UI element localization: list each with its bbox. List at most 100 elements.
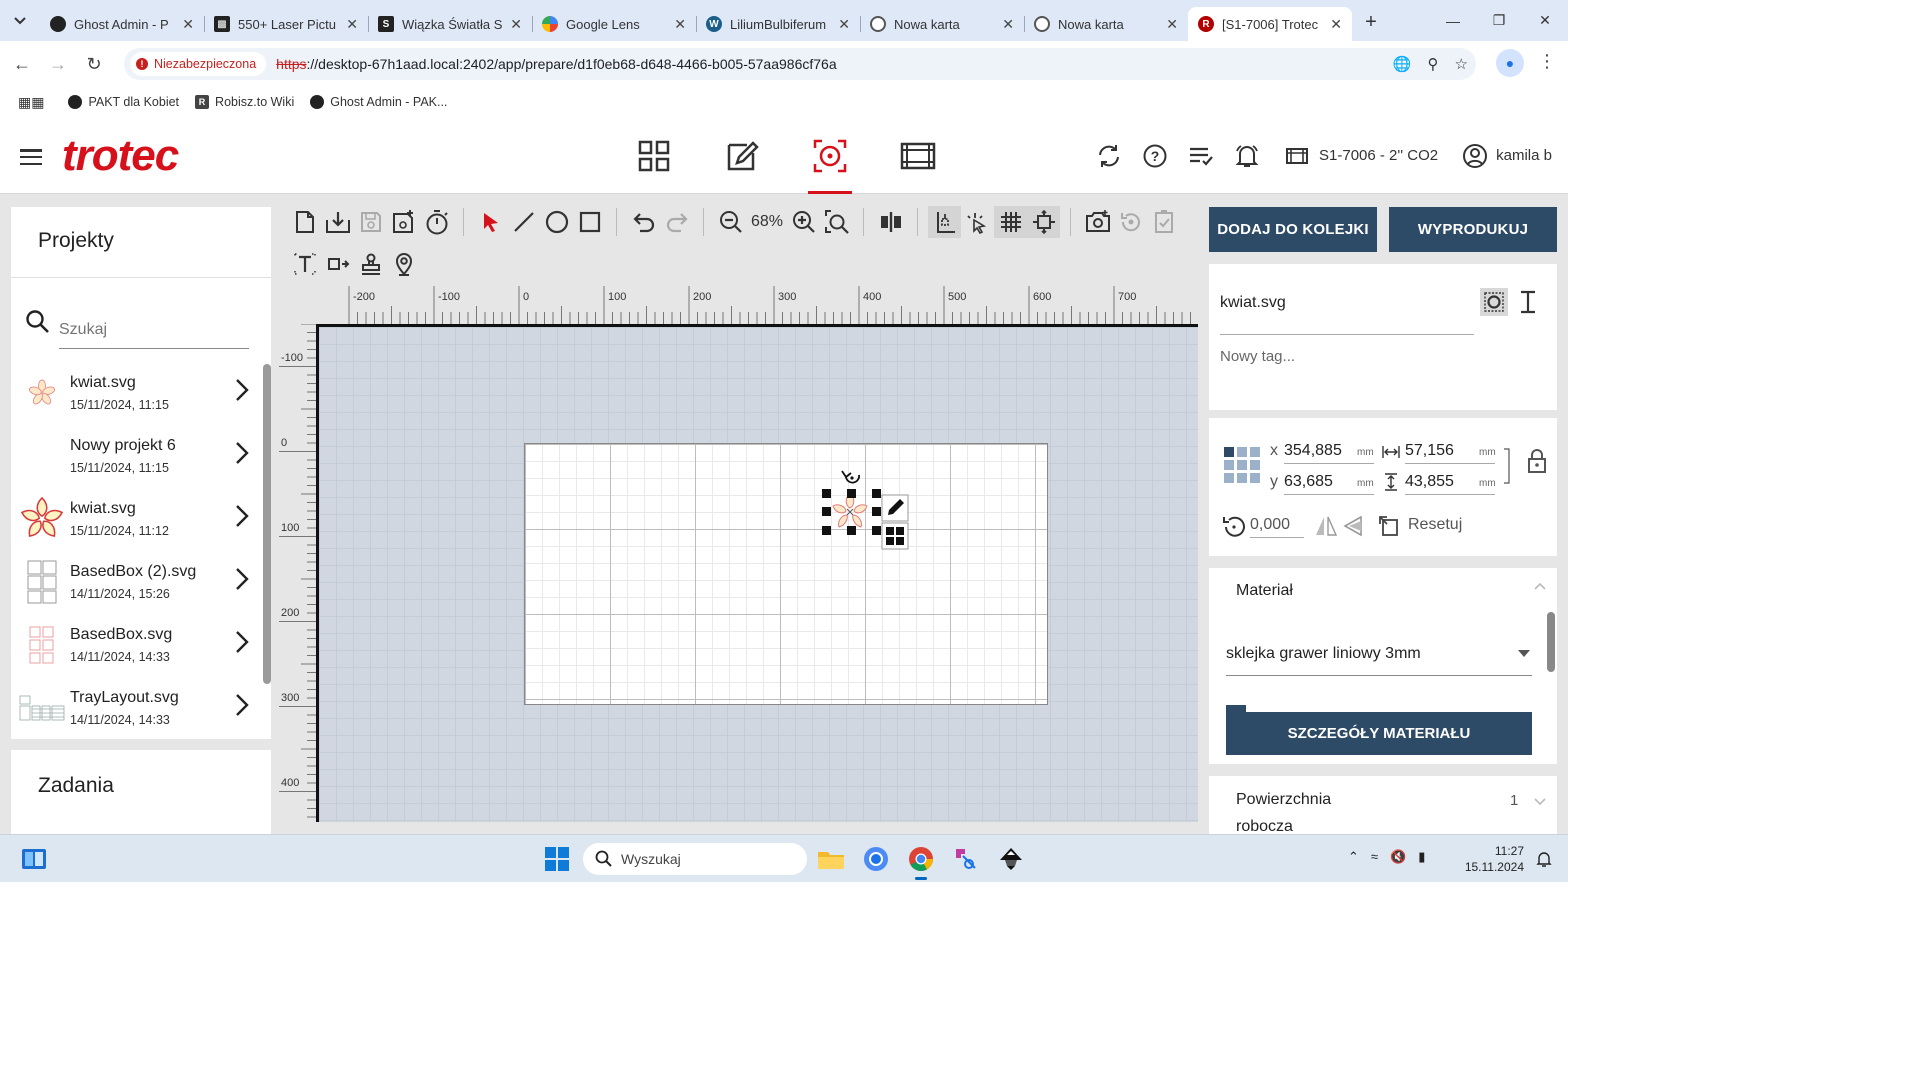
reset-button[interactable]: Resetuj	[1408, 516, 1462, 534]
translate-icon[interactable]: 🌐	[1393, 55, 1412, 73]
close-window-icon[interactable]: ✕	[1522, 0, 1568, 41]
volume-muted-icon[interactable]: 🔇	[1390, 849, 1406, 865]
location-pin-icon[interactable]	[387, 248, 420, 280]
zoom-out-icon[interactable]	[714, 206, 747, 238]
minimize-icon[interactable]: —	[1430, 0, 1476, 41]
selected-object[interactable]	[319, 327, 1201, 825]
chevron-right-icon[interactable]	[235, 567, 249, 591]
line-tool-icon[interactable]	[507, 206, 540, 238]
chevron-right-icon[interactable]	[235, 693, 249, 717]
omnibox[interactable]: ! Niezabezpieczona https://desktop-67h1a…	[124, 48, 1476, 80]
align-center-icon[interactable]	[874, 206, 907, 238]
resize-text-icon[interactable]	[321, 248, 354, 280]
system-clock[interactable]: 11:27 15.11.2024	[1458, 843, 1524, 875]
project-list-item[interactable]: kwiat.svg 15/11/2024, 11:12	[11, 488, 261, 551]
production-mode-button[interactable]	[874, 117, 962, 194]
hamburger-menu-icon[interactable]	[20, 149, 42, 165]
reset-icon[interactable]	[1377, 514, 1401, 538]
add-to-queue-button[interactable]: DODAJ DO KOLEJKI	[1209, 207, 1377, 252]
tab-close-icon[interactable]: ✕	[510, 16, 522, 33]
chrome-icon[interactable]	[905, 843, 937, 880]
engrave-mode-icon[interactable]	[1480, 288, 1508, 316]
ellipse-tool-icon[interactable]	[540, 206, 573, 238]
save-as-icon[interactable]	[387, 206, 420, 238]
produce-button[interactable]: WYPRODUKUJ	[1389, 207, 1557, 252]
tab-close-icon[interactable]: ✕	[1330, 16, 1342, 33]
prepare-mode-button[interactable]	[786, 117, 874, 194]
stamp-icon[interactable]	[354, 248, 387, 280]
back-icon[interactable]: ←	[4, 54, 40, 75]
tab-close-icon[interactable]: ✕	[1002, 16, 1014, 33]
browser-tab[interactable]: Google Lens ✕	[532, 7, 696, 41]
tab-close-icon[interactable]: ✕	[346, 16, 358, 33]
snipping-tool-icon[interactable]	[950, 843, 982, 875]
center-on-workarea-icon[interactable]	[1027, 206, 1061, 238]
forward-icon[interactable]: →	[40, 54, 76, 75]
bookmark-ghost[interactable]: Ghost Admin - PAK...	[310, 95, 447, 109]
timer-icon[interactable]	[420, 206, 453, 238]
browser-tab[interactable]: R [S1-7006] Trotec ✕	[1188, 7, 1352, 41]
design-canvas[interactable]	[316, 324, 1198, 822]
browser-tab[interactable]: Nowa karta ✕	[1024, 7, 1188, 41]
tab-search-button[interactable]	[0, 0, 40, 41]
snap-pointer-icon[interactable]	[961, 206, 994, 238]
inkscape-icon[interactable]	[995, 843, 1027, 875]
import-icon[interactable]	[321, 206, 354, 238]
lock-icon[interactable]	[1527, 448, 1547, 474]
material-details-button[interactable]: SZCZEGÓŁY MATERIAŁU	[1226, 712, 1532, 755]
project-list-item[interactable]: kwiat.svg 15/11/2024, 11:15	[11, 362, 261, 425]
wifi-icon[interactable]: ≈	[1371, 849, 1378, 865]
chevron-right-icon[interactable]	[235, 441, 249, 465]
bookmark-pakt[interactable]: PAKT dla Kobiet	[68, 95, 179, 109]
user-menu[interactable]: kamila b	[1462, 143, 1552, 169]
url-text[interactable]: https://desktop-67h1aad.local:2402/app/p…	[276, 56, 836, 72]
rotation-field[interactable]: 0,000	[1250, 516, 1304, 538]
undo-icon[interactable]	[627, 206, 660, 238]
notification-bell-icon[interactable]	[1528, 843, 1560, 875]
reload-icon[interactable]: ↻	[76, 54, 112, 75]
camera-icon[interactable]	[1081, 206, 1114, 238]
file-name[interactable]: kwiat.svg	[1220, 294, 1286, 312]
notifications-bell-icon[interactable]	[1233, 142, 1261, 170]
flip-vertical-icon[interactable]	[1343, 515, 1363, 537]
profile-icon[interactable]: ●	[1496, 49, 1524, 77]
menu-kebab-icon[interactable]: ⋮	[1538, 51, 1556, 72]
flip-horizontal-icon[interactable]	[1315, 515, 1337, 537]
new-tab-button[interactable]: +	[1356, 11, 1386, 34]
restore-icon[interactable]: ❐	[1476, 0, 1522, 41]
edit-pencil-icon[interactable]	[881, 494, 909, 522]
projects-scrollbar[interactable]	[263, 364, 271, 684]
material-select[interactable]: sklejka grawer liniowy 3mm	[1226, 632, 1532, 676]
workarea-value[interactable]: 1	[1510, 792, 1518, 809]
array-grid-icon[interactable]	[881, 522, 909, 550]
project-list-item[interactable]: BasedBox.svg 14/11/2024, 14:33	[11, 614, 261, 677]
taskbar-search[interactable]: Wyszukaj	[583, 843, 807, 875]
help-icon[interactable]: ?	[1141, 142, 1169, 170]
tray-expand-icon[interactable]: ⌃	[1348, 849, 1359, 865]
machine-selector[interactable]: S1-7006 - 2'' CO2	[1285, 146, 1438, 166]
sync-icon[interactable]	[1095, 142, 1123, 170]
queue-list-icon[interactable]	[1187, 142, 1215, 170]
security-chip[interactable]: ! Niezabezpieczona	[130, 52, 267, 76]
tab-close-icon[interactable]: ✕	[182, 16, 194, 33]
zoom-in-icon[interactable]	[787, 206, 820, 238]
select-pointer-icon[interactable]	[474, 206, 507, 238]
chrome-blue-icon[interactable]	[860, 843, 892, 875]
star-icon[interactable]: ☆	[1455, 55, 1468, 73]
browser-tab[interactable]: S Wiązka Światła S ✕	[368, 7, 532, 41]
tag-input[interactable]: Nowy tag...	[1220, 348, 1295, 365]
file-explorer-icon[interactable]	[815, 843, 847, 875]
chevron-down-icon[interactable]	[1534, 798, 1546, 806]
anchor-point-icon[interactable]	[1223, 446, 1261, 484]
battery-icon[interactable]: ▮	[1418, 849, 1425, 865]
zoom-fit-icon[interactable]	[820, 206, 853, 238]
project-list-item[interactable]: Nowy projekt 6 15/11/2024, 11:15	[11, 425, 261, 488]
chevron-right-icon[interactable]	[235, 630, 249, 654]
rotate-handle-icon[interactable]	[841, 470, 860, 484]
chevron-up-icon[interactable]	[1534, 582, 1546, 590]
rectangle-tool-icon[interactable]	[573, 206, 606, 238]
browser-tab[interactable]: Nowa karta ✕	[860, 7, 1024, 41]
browser-tab[interactable]: ▩ 550+ Laser Pictu ✕	[204, 7, 368, 41]
project-list-item[interactable]: BasedBox (2).svg 14/11/2024, 15:26	[11, 551, 261, 614]
widgets-icon[interactable]	[18, 843, 50, 875]
